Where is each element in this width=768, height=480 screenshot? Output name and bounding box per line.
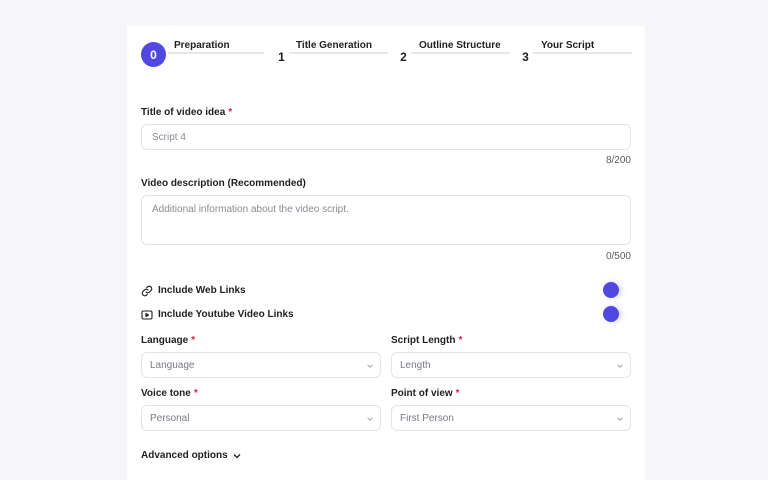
voice-tone-label-text: Voice tone — [141, 388, 191, 399]
chevron-down-icon — [233, 453, 241, 458]
voice-tone-select-value: Personal — [150, 412, 190, 424]
step-number: 1 — [278, 49, 285, 64]
step-connector — [168, 52, 264, 54]
language-select-value: Language — [150, 359, 195, 371]
description-field-label: Video description (Recommended) — [141, 178, 306, 189]
title-field-label: Title of video idea * — [141, 107, 232, 118]
title-char-counter: 8/200 — [605, 155, 631, 166]
required-mark: * — [191, 335, 196, 346]
step-number: 2 — [400, 49, 407, 64]
description-char-counter: 0/500 — [605, 251, 631, 262]
chevron-down-icon — [617, 364, 623, 368]
step-label: Title Generation — [296, 40, 372, 51]
chevron-down-icon — [367, 364, 373, 368]
script-length-select[interactable]: Length — [391, 352, 631, 378]
youtube-links-row: Include Youtube Video Links — [141, 305, 631, 323]
title-label-text: Title of video idea — [141, 107, 226, 118]
language-label: Language * — [141, 335, 195, 346]
chevron-down-icon — [367, 417, 373, 421]
step-connector — [533, 52, 632, 54]
link-icon — [141, 284, 153, 297]
point-of-view-label: Point of view * — [391, 388, 460, 399]
description-placeholder: Additional information about the video s… — [152, 204, 349, 215]
required-mark: * — [228, 107, 233, 118]
title-input-value: Script 4 — [152, 131, 186, 143]
youtube-links-toggle[interactable] — [603, 306, 619, 322]
point-of-view-label-text: Point of view — [391, 388, 453, 399]
description-textarea[interactable]: Additional information about the video s… — [141, 195, 631, 245]
point-of-view-select[interactable]: First Person — [391, 405, 631, 431]
voice-tone-select[interactable]: Personal — [141, 405, 381, 431]
step-connector — [411, 52, 510, 54]
step-number: 0 — [141, 42, 166, 67]
web-links-row: Include Web Links — [141, 281, 631, 299]
step-label: Your Script — [541, 40, 595, 51]
title-input[interactable]: Script 4 — [141, 124, 631, 150]
youtube-icon — [141, 308, 153, 320]
voice-tone-label: Voice tone * — [141, 388, 198, 399]
step-number: 3 — [522, 49, 529, 64]
point-of-view-select-value: First Person — [400, 412, 454, 424]
step-label: Preparation — [174, 40, 230, 51]
required-mark: * — [458, 335, 463, 346]
script-length-label-text: Script Length — [391, 335, 456, 346]
advanced-options-label: Advanced options — [141, 450, 228, 461]
language-label-text: Language — [141, 335, 189, 346]
required-mark: * — [193, 388, 198, 399]
language-select[interactable]: Language — [141, 352, 381, 378]
script-length-select-value: Length — [400, 359, 431, 371]
advanced-options-toggle[interactable]: Advanced options — [141, 450, 242, 461]
step-connector — [289, 52, 388, 54]
stepper: 0 Preparation 1 Title Generation 2 Outli… — [141, 40, 633, 68]
script-length-label: Script Length * — [391, 335, 462, 346]
required-mark: * — [455, 388, 460, 399]
web-links-label: Include Web Links — [158, 284, 246, 296]
chevron-down-icon — [617, 417, 623, 421]
step-label: Outline Structure — [419, 40, 501, 51]
web-links-toggle[interactable] — [603, 282, 619, 298]
youtube-links-label: Include Youtube Video Links — [158, 308, 294, 320]
